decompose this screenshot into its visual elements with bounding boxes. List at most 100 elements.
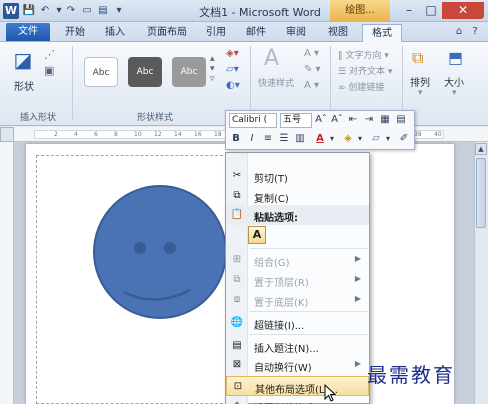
menu-item-more-layout-options[interactable]: ⊡ 其他布局选项(L)... (226, 376, 369, 396)
ribbon-separator (330, 46, 331, 120)
text-box-icon[interactable]: ▣ (44, 64, 54, 77)
save-icon[interactable]: 💾 (22, 4, 36, 18)
format-painter-icon[interactable]: ▦ (378, 113, 392, 127)
menu-item-copy-label: 复制(C) (254, 194, 289, 205)
grow-font-icon[interactable]: Aˆ (314, 113, 328, 127)
arrange-icon[interactable]: ⧉ (412, 48, 423, 68)
tab-page-layout[interactable]: 页面布局 (140, 24, 194, 41)
smiley-shape[interactable] (90, 182, 230, 322)
scroll-up-icon[interactable]: ▲ (475, 143, 487, 155)
text-fill-icon[interactable]: A ▾ (304, 48, 319, 59)
document-title: 文档1 - Microsoft Word (199, 6, 321, 19)
word-logo-icon[interactable]: W (3, 3, 19, 19)
ribbon-separator (250, 46, 251, 120)
menu-item-cut[interactable]: ✂ 剪切(T) (226, 166, 369, 186)
shape-style-swatch-outline[interactable]: Abc (84, 57, 118, 87)
styles-scroll-icon[interactable]: ▴ ▾ ▿ (210, 54, 215, 84)
size-chevron-icon[interactable]: ▾ (452, 88, 457, 98)
tab-file[interactable]: 文件 (6, 23, 50, 41)
undo-icon[interactable]: ↶ (38, 4, 52, 18)
italic-icon[interactable]: I (245, 132, 259, 146)
menu-item-send-to-back[interactable]: ⧈ 置于底层(K) ▶ (226, 290, 369, 310)
menu-item-insert-caption[interactable]: ▤ 插入题注(N)... (226, 336, 369, 356)
eraser-icon[interactable]: ✐ (397, 132, 411, 146)
shapes-icon[interactable]: ◪ (10, 48, 36, 74)
menu-separator (250, 311, 368, 312)
shape-style-swatch-dark[interactable]: Abc (128, 57, 162, 87)
menu-item-wrap-text[interactable]: ⊠ 自动换行(W) ▶ (226, 355, 369, 375)
send-to-back-icon: ⧈ (233, 294, 241, 305)
ruler-tick-label: 10 (134, 131, 142, 138)
customize-qat-icon[interactable]: ▾ (112, 4, 126, 18)
text-direction-label: 文字方向 (345, 51, 382, 61)
styles-icon[interactable]: ▤ (394, 113, 408, 127)
menu-item-hyperlink[interactable]: 🌐 超链接(I)... (226, 313, 369, 333)
text-effects-icon[interactable]: A ▾ (304, 80, 319, 91)
help-icon[interactable]: ? (468, 25, 482, 39)
tab-insert[interactable]: 插入 (98, 24, 132, 41)
redo-icon[interactable]: ↷ (64, 4, 78, 18)
ruler-tick-label: 38 (414, 131, 422, 138)
minimize-button[interactable]: – (398, 2, 420, 19)
edit-shape-icon[interactable]: ⋰ (44, 48, 55, 61)
size-icon[interactable]: ⬒ (448, 48, 463, 67)
decrease-indent-icon[interactable]: ⇤ (346, 113, 360, 127)
submenu-arrow-icon: ▶ (354, 294, 361, 303)
arrange-chevron-icon[interactable]: ▾ (418, 88, 423, 98)
ruler-tick-label: 6 (94, 131, 98, 138)
create-link-label: 创建链接 (348, 83, 385, 93)
font-color-chevron-icon[interactable]: ▾ (325, 132, 339, 146)
center-align-icon[interactable]: ≡ (261, 132, 275, 146)
shapes-button-label[interactable]: 形状 (14, 78, 34, 93)
shape-effects-icon[interactable]: ◐▾ (226, 80, 240, 91)
shape-style-swatch-gray[interactable]: Abc (172, 57, 206, 87)
shape-outline-chevron-icon[interactable]: ▾ (381, 132, 395, 146)
paste-keep-text-only-button[interactable]: A (248, 226, 266, 244)
mini-toolbar: Calibri ( 五号 Aˆ Aˇ ⇤ ⇥ ▦ ▤ B I ≡ ☰ ▥ A ▾… (225, 110, 415, 150)
vertical-ruler[interactable] (0, 142, 14, 404)
increase-indent-icon[interactable]: ⇥ (362, 113, 376, 127)
columns-icon[interactable]: ▥ (293, 132, 307, 146)
smiley-right-eye (164, 242, 176, 254)
font-size-box[interactable]: 五号 (280, 113, 312, 128)
tab-references[interactable]: 引用 (200, 24, 232, 41)
justify-icon[interactable]: ☰ (277, 132, 291, 146)
open-folder-icon[interactable]: ▤ (96, 4, 110, 18)
tab-selector[interactable] (0, 127, 14, 142)
ruler-tick-label: 18 (214, 131, 222, 138)
text-outline-icon[interactable]: ✎ ▾ (304, 64, 321, 75)
create-link-button[interactable]: ∞ 创建链接 (338, 80, 384, 93)
menu-item-bring-to-front[interactable]: ⧉ 置于顶层(R) ▶ (226, 270, 369, 290)
tab-format[interactable]: 格式 (362, 24, 402, 43)
tab-mailings[interactable]: 邮件 (240, 24, 272, 41)
align-text-button[interactable]: ☰ 对齐文本 ▾ (338, 64, 392, 77)
layout-options-icon: ⊡ (233, 381, 243, 392)
maximize-button[interactable]: □ (420, 2, 442, 19)
menu-item-format-shape[interactable]: ◈ 设置形状格式(O)... (226, 396, 369, 404)
quick-styles-icon[interactable]: A (264, 46, 279, 71)
menu-item-copy[interactable]: ⧉ 复制(C) (226, 186, 369, 206)
size-label[interactable]: 大小 (444, 74, 464, 89)
scroll-thumb[interactable] (476, 158, 486, 228)
font-name-box[interactable]: Calibri ( (229, 113, 277, 128)
menu-separator (250, 248, 368, 249)
new-document-icon[interactable]: ▭ (80, 4, 94, 18)
shape-outline-icon[interactable]: ▱▾ (226, 64, 239, 75)
shape-fill-icon[interactable]: ◈▾ (226, 48, 239, 59)
bold-icon[interactable]: B (229, 132, 243, 146)
tab-review[interactable]: 审阅 (280, 24, 312, 41)
tab-view[interactable]: 视图 (322, 24, 354, 41)
smiley-left-eye (134, 242, 146, 254)
menu-item-group[interactable]: ⊞ 组合(G) ▶ (226, 250, 369, 270)
collapse-ribbon-icon[interactable]: ⌂ (452, 25, 466, 39)
shape-fill-chevron-icon[interactable]: ▾ (353, 132, 367, 146)
menu-item-cut-label: 剪切(T) (254, 174, 288, 185)
ruler-tick-label: 40 (434, 131, 442, 138)
shrink-font-icon[interactable]: Aˇ (330, 113, 344, 127)
close-button[interactable]: ✕ (442, 2, 484, 19)
shape-styles-group-label: 形状样式 (136, 113, 173, 123)
tab-home[interactable]: 开始 (58, 24, 92, 41)
quick-styles-label[interactable]: 快速样式 (258, 76, 294, 89)
arrange-label[interactable]: 排列 (410, 74, 430, 89)
text-direction-button[interactable]: ‖ 文字方向 ▾ (338, 48, 389, 61)
